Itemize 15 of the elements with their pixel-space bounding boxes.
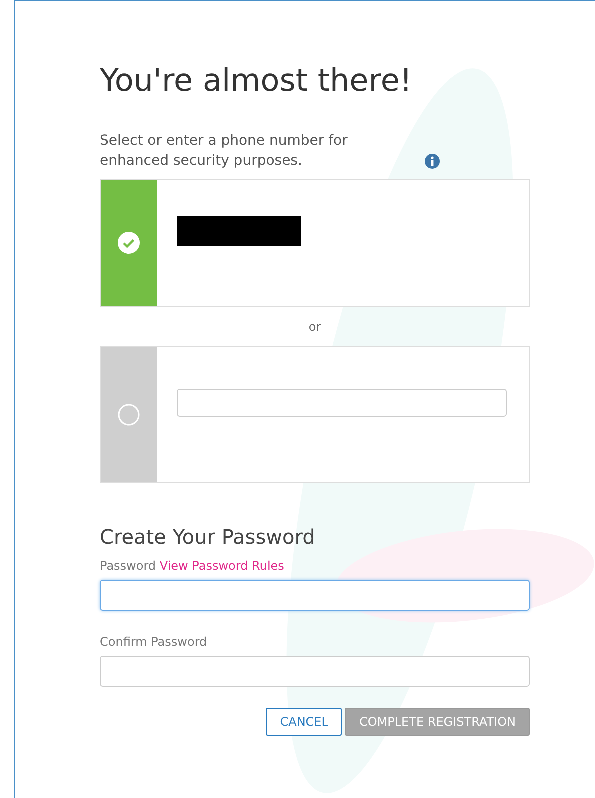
page-title: You're almost there! xyxy=(100,63,414,99)
phone-option-card[interactable] xyxy=(100,179,530,307)
description-text: Select or enter a phone number for enhanced security purposes. xyxy=(100,132,349,171)
password-field[interactable] xyxy=(100,580,530,611)
radio-button[interactable] xyxy=(118,404,140,426)
info-icon[interactable] xyxy=(425,154,440,169)
cancel-button[interactable]: CANCEL xyxy=(266,708,342,736)
password-rules-link[interactable]: View Password Rules xyxy=(160,559,284,573)
phone-input-field[interactable] xyxy=(177,389,507,417)
or-separator: or xyxy=(308,320,322,334)
confirm-password-label: Confirm Password xyxy=(100,635,208,649)
check-circle-icon[interactable] xyxy=(118,232,140,254)
password-label: Password xyxy=(100,559,156,573)
section-heading: Create Your Password xyxy=(100,525,316,549)
confirm-password-field[interactable] xyxy=(100,656,530,687)
